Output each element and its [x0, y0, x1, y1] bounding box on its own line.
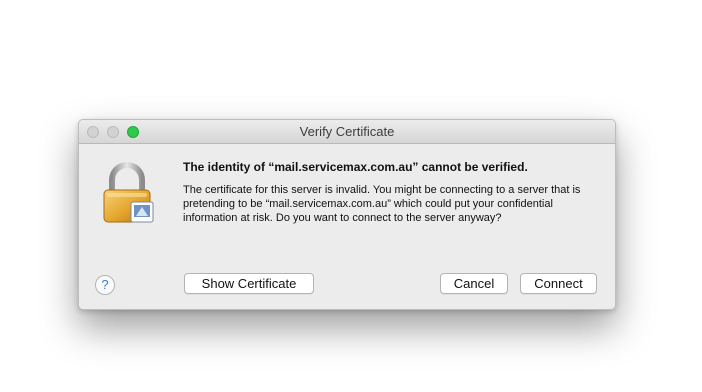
verify-certificate-dialog: Verify Certificate The identity of “mail… [78, 119, 616, 310]
title-bar[interactable]: Verify Certificate [79, 120, 615, 144]
lock-icon [103, 162, 154, 223]
help-button[interactable]: ? [95, 275, 115, 295]
dialog-message: The certificate for this server is inval… [183, 184, 581, 224]
dialog-heading: The identity of “mail.servicemax.com.au”… [183, 160, 528, 174]
certificate-badge-icon [130, 201, 154, 223]
window-title: Verify Certificate [299, 124, 395, 139]
connect-button[interactable]: Connect [520, 273, 597, 294]
cancel-button[interactable]: Cancel [440, 273, 508, 294]
show-certificate-button[interactable]: Show Certificate [184, 273, 314, 294]
